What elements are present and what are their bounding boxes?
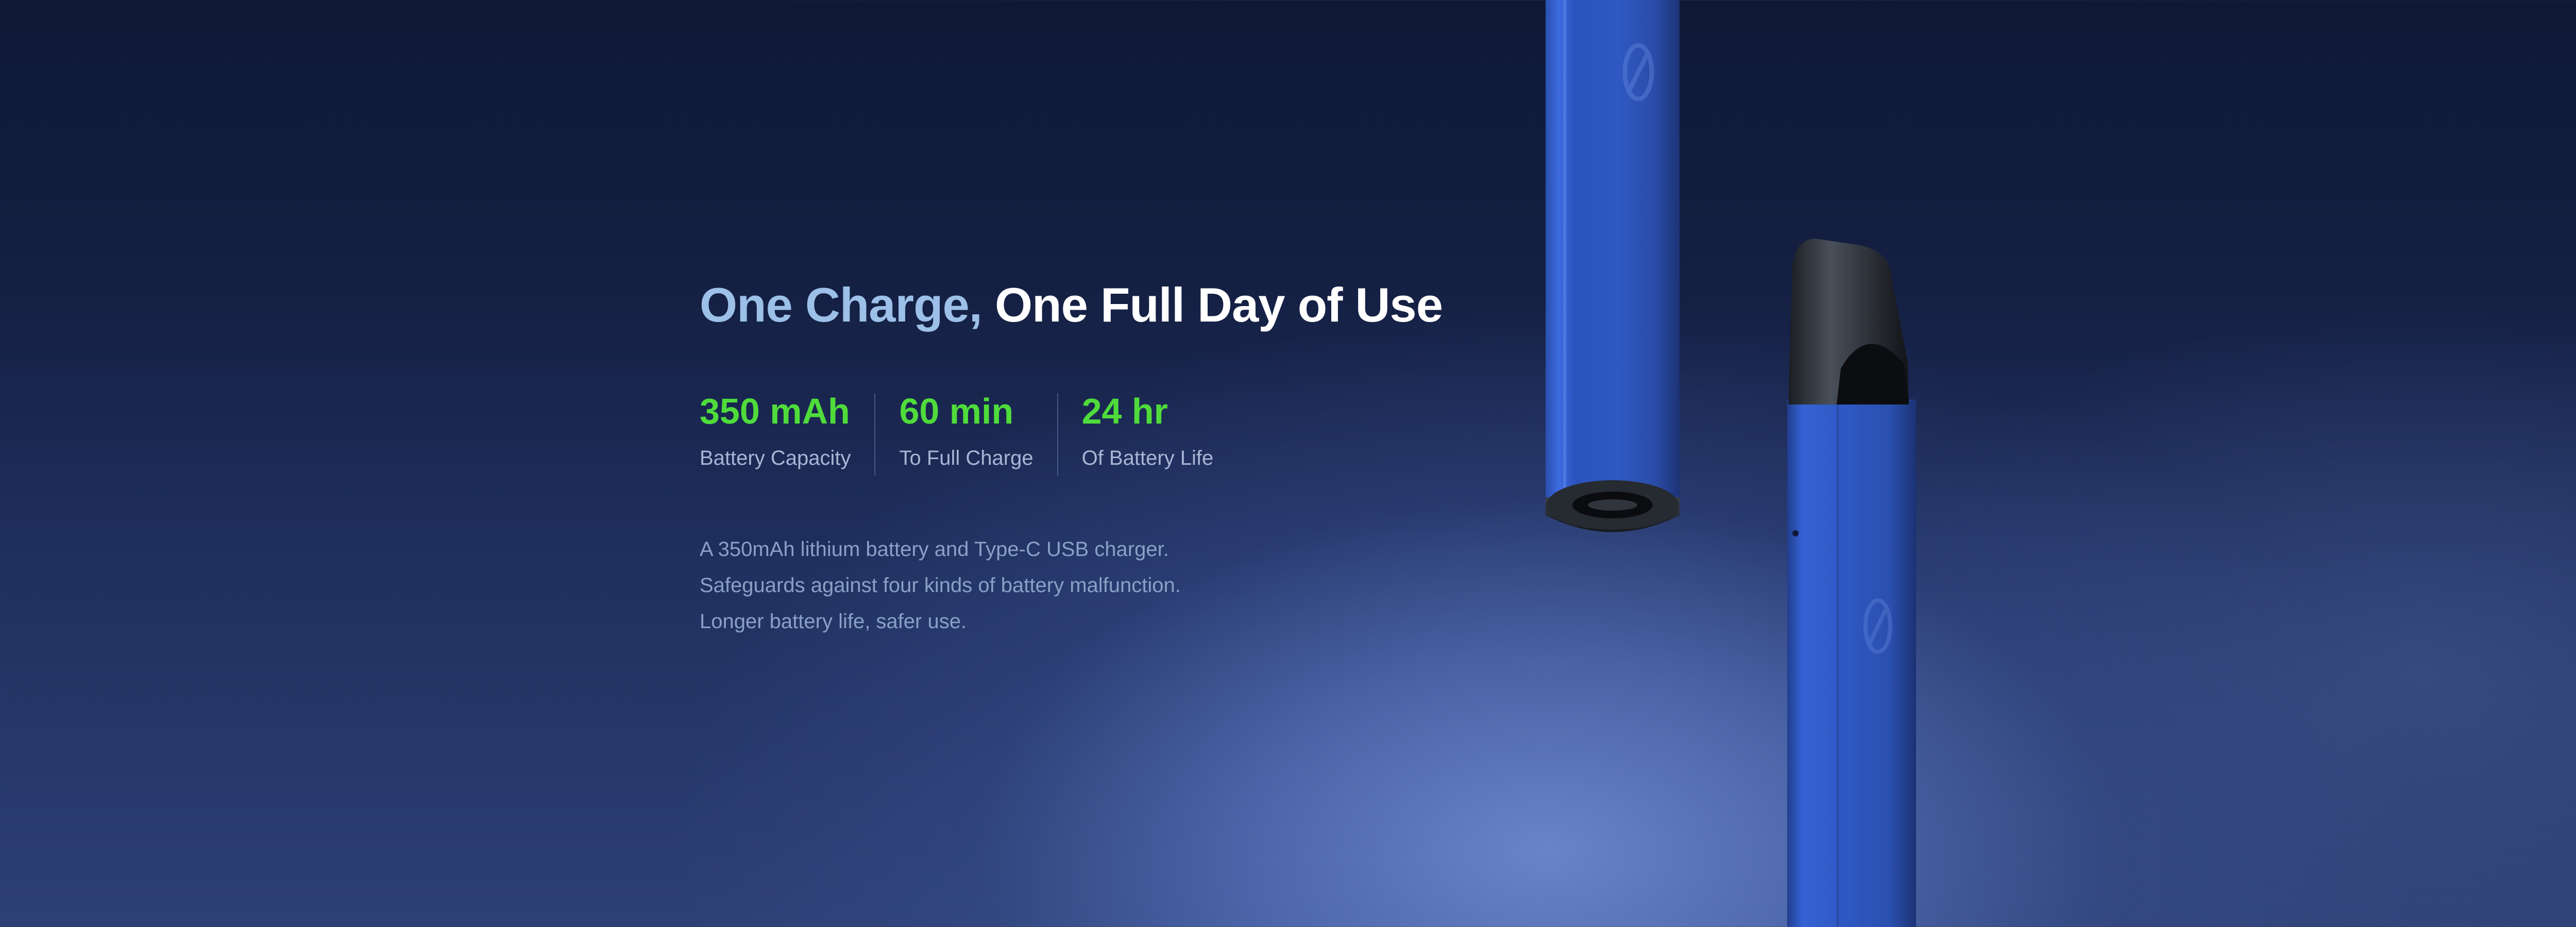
hero-section: One Charge, One Full Day of Use 350 mAh … [0,0,2576,927]
usb-c-port-icon [1572,492,1653,518]
stat-label: To Full Charge [899,447,1033,470]
stat-charge-time: 60 min To Full Charge [874,393,1057,476]
device-pod-image [1780,234,1919,927]
stat-value: 350 mAh [700,391,850,432]
hero-description: A 350mAh lithium battery and Type-C USB … [700,531,1575,639]
hero-title: One Charge, One Full Day of Use [700,278,1575,331]
stat-label: Of Battery Life [1081,447,1214,470]
description-line: Longer battery life, safer use. [700,610,967,633]
stat-label: Battery Capacity [700,447,851,470]
hero-title-main: One Full Day of Use [995,278,1443,332]
stat-value: 60 min [899,391,1014,432]
device-battery-image [1540,0,1695,551]
stats-row: 350 mAh Battery Capacity 60 min To Full … [700,393,1575,476]
hero-title-highlight: One Charge, [700,278,982,332]
stat-value: 24 hr [1081,391,1168,432]
description-line: Safeguards against four kinds of battery… [700,574,1181,597]
stat-battery-capacity: 350 mAh Battery Capacity [700,393,874,476]
stat-battery-life: 24 hr Of Battery Life [1057,393,1238,476]
hero-content: One Charge, One Full Day of Use 350 mAh … [700,278,1575,639]
description-line: A 350mAh lithium battery and Type-C USB … [700,538,1169,561]
